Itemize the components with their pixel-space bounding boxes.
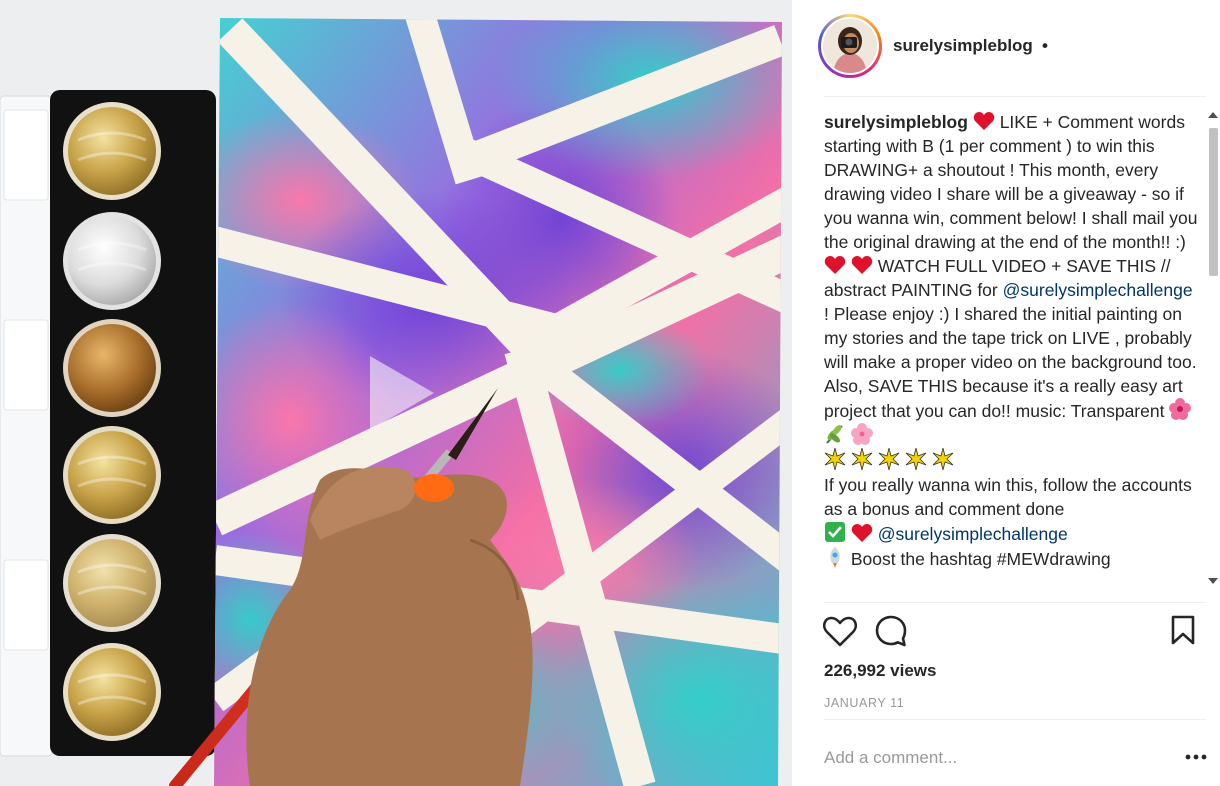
caption-mention-link[interactable]: @surelysimplechallenge	[1003, 280, 1193, 300]
eight-pointed-star-emoji-icon	[851, 448, 873, 470]
post-header: surelysimpleblog •	[792, 0, 1220, 96]
caption-text-3: ! Please enjoy :) I shared the initial p…	[824, 304, 1197, 421]
post-sidebar: surelysimpleblog • surelysimpleblog LIKE…	[792, 0, 1220, 786]
play-icon[interactable]	[350, 348, 440, 438]
bookmark-icon[interactable]	[1170, 614, 1196, 646]
avatar[interactable]	[818, 14, 882, 78]
caption-scrollbar[interactable]	[1205, 110, 1220, 590]
herb-emoji-icon	[826, 425, 843, 444]
speech-bubble-icon[interactable]	[874, 614, 908, 648]
hibiscus-emoji-icon	[1169, 398, 1192, 420]
red-heart-emoji-icon	[851, 524, 873, 542]
cherry-blossom-emoji-icon	[850, 423, 873, 445]
eight-pointed-star-emoji-icon	[878, 448, 900, 470]
caption-username[interactable]: surelysimpleblog	[824, 112, 968, 132]
post-actions	[822, 614, 1196, 650]
post-caption: surelysimpleblog LIKE + Comment words st…	[824, 110, 1198, 571]
rocket-emoji-icon	[830, 547, 840, 568]
scrollbar-thumb[interactable]	[1209, 128, 1218, 276]
scroll-up-arrow-icon[interactable]	[1208, 112, 1218, 118]
view-count[interactable]: 226,992 views	[824, 661, 936, 681]
comment-input[interactable]	[824, 745, 1154, 771]
scroll-down-arrow-icon[interactable]	[1208, 578, 1218, 584]
heart-outline-icon[interactable]	[822, 614, 858, 648]
post-date[interactable]: JANUARY 11	[824, 696, 904, 710]
avatar-photo	[823, 19, 877, 73]
red-heart-emoji-icon	[824, 256, 846, 274]
eight-pointed-star-emoji-icon	[905, 448, 926, 470]
caption-divider	[824, 602, 1206, 603]
ellipsis-icon[interactable]	[1184, 752, 1208, 762]
caption-text-1: LIKE + Comment words starting with B (1 …	[824, 112, 1198, 252]
comment-divider	[824, 719, 1206, 720]
caption-mention-link[interactable]: @surelysimplechallenge	[878, 524, 1068, 544]
header-separator: •	[1042, 36, 1048, 55]
sparkle-emoji-row	[824, 448, 954, 471]
check-mark-emoji-icon	[825, 522, 845, 542]
post-video[interactable]	[0, 0, 792, 786]
eight-pointed-star-emoji-icon	[932, 448, 953, 470]
eight-pointed-star-emoji-icon	[824, 448, 846, 470]
header-username[interactable]: surelysimpleblog	[893, 36, 1033, 56]
red-heart-emoji-icon	[973, 112, 995, 130]
caption-scroll-area[interactable]: surelysimpleblog LIKE + Comment words st…	[824, 110, 1198, 602]
red-heart-emoji-icon	[851, 256, 873, 274]
caption-text-4: If you really wanna win this, follow the…	[824, 475, 1192, 519]
caption-text-5: Boost the hashtag #MEWdrawing	[850, 549, 1111, 569]
header-divider	[824, 96, 1206, 97]
